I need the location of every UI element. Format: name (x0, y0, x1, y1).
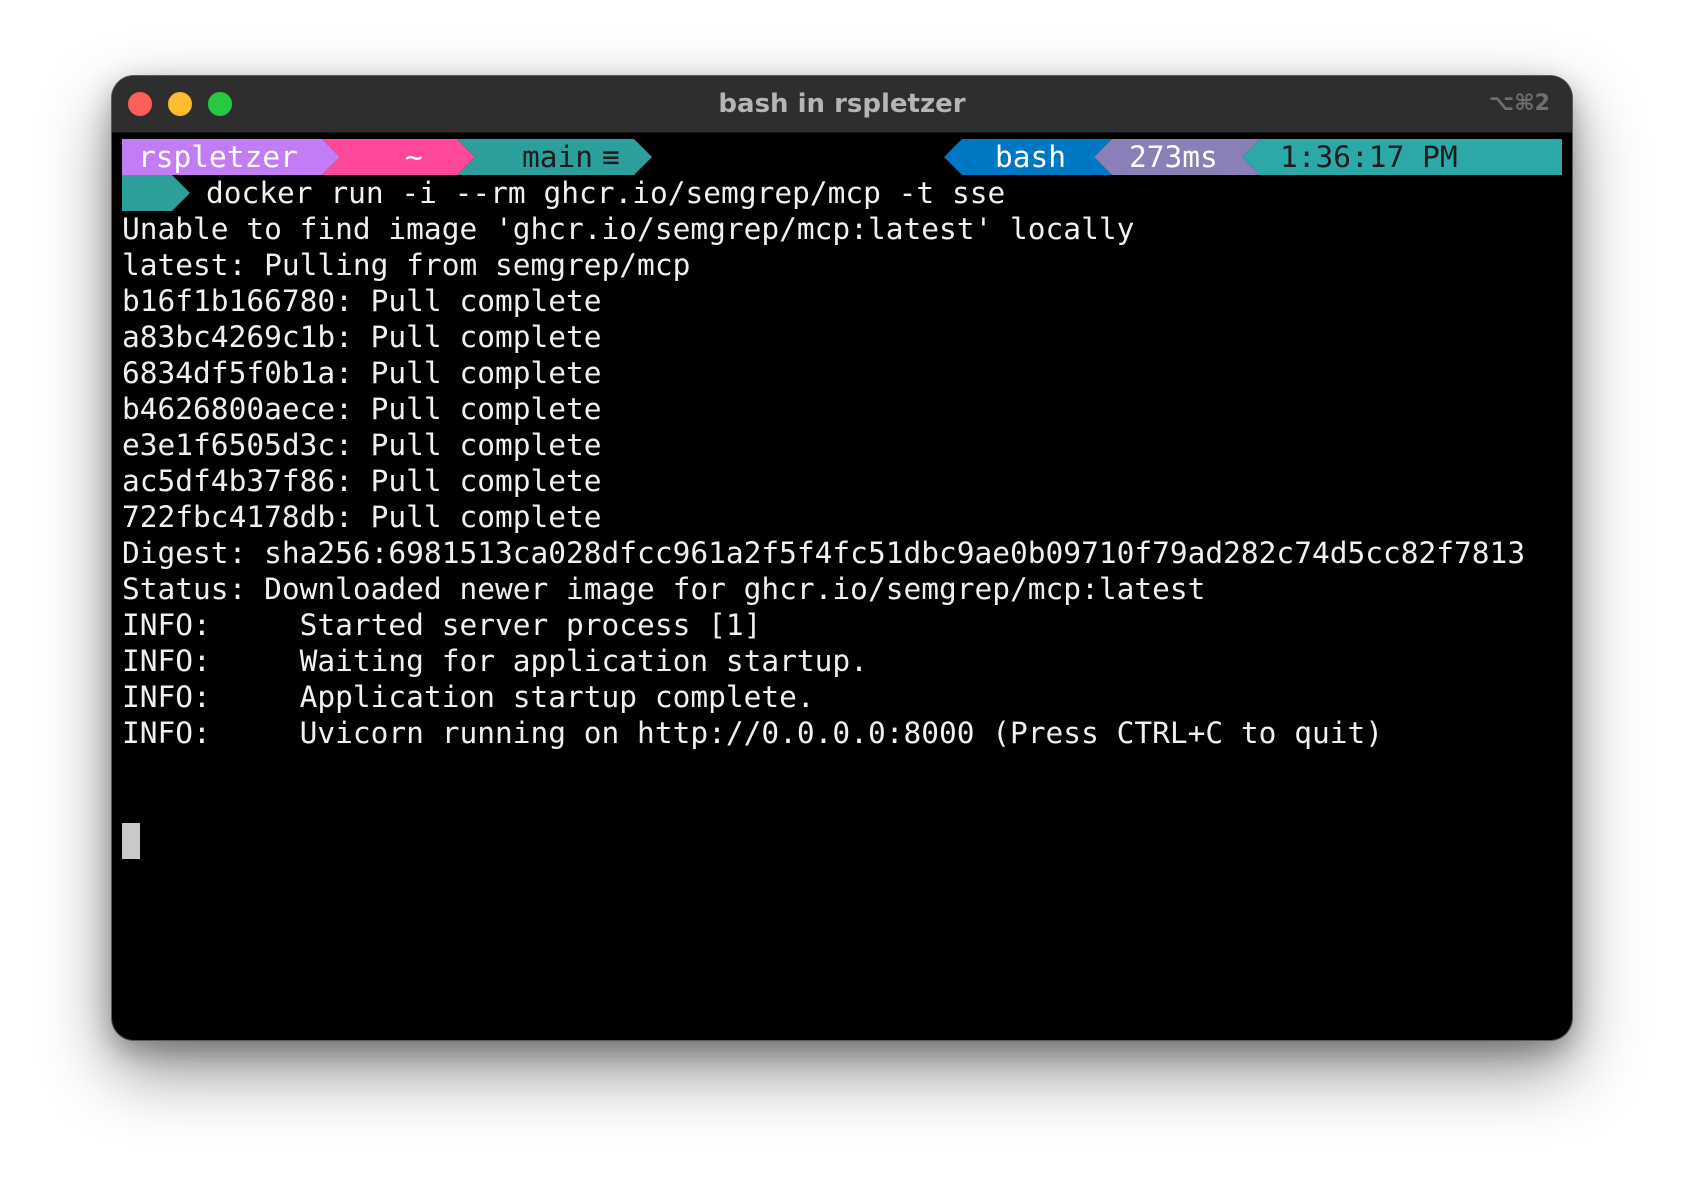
output-line: b16f1b166780: Pull complete (122, 284, 602, 318)
output-line: 6834df5f0b1a: Pull complete (122, 356, 602, 390)
output-line: INFO: Started server process [1] (122, 608, 762, 642)
window-shortcut: ⌥⌘2 (1488, 91, 1550, 116)
prompt-shell: bash (995, 140, 1067, 174)
output-line: Digest: sha256:6981513ca028dfcc961a2f5f4… (122, 536, 1526, 570)
output-line: ac5df4b37f86: Pull complete (122, 464, 602, 498)
output-line: e3e1f6505d3c: Pull complete (122, 428, 602, 462)
output-line: 722fbc4178db: Pull complete (122, 500, 602, 534)
output-line: Status: Downloaded newer image for ghcr.… (122, 572, 1206, 606)
output-line: INFO: Uvicorn running on http://0.0.0.0:… (122, 716, 1383, 750)
cursor-line[interactable] (122, 751, 1562, 859)
output-line: Unable to find image 'ghcr.io/semgrep/mc… (122, 212, 1135, 246)
prompt-branch: main (522, 140, 594, 174)
prompt-duration: 273ms (1129, 140, 1218, 174)
output-line: b4626800aece: Pull complete (122, 392, 602, 426)
prompt-line: rspletzer ~ main ≡ bash 273ms 1:36:17 PM (122, 139, 1562, 175)
command-output: Unable to find image 'ghcr.io/semgrep/mc… (122, 211, 1562, 751)
command-text: docker run -i --rm ghcr.io/semgrep/mcp -… (206, 176, 1006, 210)
prompt-user: rspletzer (138, 140, 298, 174)
output-line: a83bc4269c1b: Pull complete (122, 320, 602, 354)
terminal-window[interactable]: bash in rspletzer ⌥⌘2 rspletzer ~ main ≡… (112, 76, 1572, 1040)
output-line: INFO: Application startup complete. (122, 680, 815, 714)
title-bar[interactable]: bash in rspletzer ⌥⌘2 (112, 76, 1572, 133)
command-line: docker run -i --rm ghcr.io/semgrep/mcp -… (122, 175, 1562, 211)
terminal-content[interactable]: rspletzer ~ main ≡ bash 273ms 1:36:17 PM (122, 139, 1562, 1030)
output-line: INFO: Waiting for application startup. (122, 644, 868, 678)
prompt-time: 1:36:17 PM (1280, 140, 1458, 174)
output-line: latest: Pulling from semgrep/mcp (122, 248, 691, 282)
branch-status: ≡ (602, 140, 620, 174)
window-title: bash in rspletzer (718, 89, 966, 119)
prompt-path: ~ (405, 140, 423, 174)
text-cursor (122, 823, 140, 859)
